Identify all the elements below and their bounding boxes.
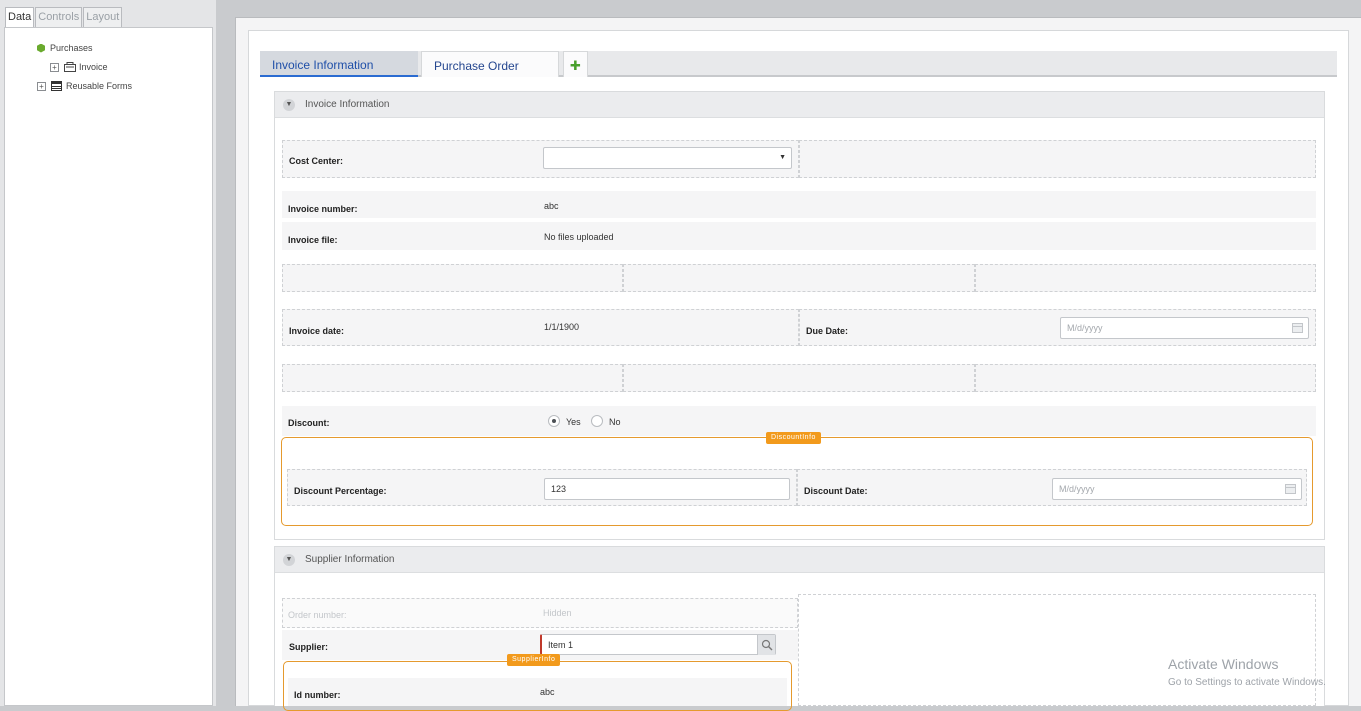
discount-percentage-input[interactable]: 123 [544, 478, 790, 500]
empty-cell [282, 264, 623, 292]
cost-center-label: Cost Center: [289, 156, 344, 166]
invoice-file-value: No files uploaded [544, 232, 614, 242]
tree-node-purchases[interactable]: Purchases [37, 43, 93, 53]
form-tabstrip: Invoice Information Purchase Order ✚ [260, 51, 1337, 77]
due-date-label: Due Date: [806, 326, 849, 336]
data-source-icon [37, 43, 45, 53]
table-icon [51, 81, 63, 91]
watermark-subtitle: Go to Settings to activate Windows. [1168, 677, 1326, 688]
watermark-title: Activate Windows [1168, 656, 1279, 672]
empty-cell [975, 364, 1316, 392]
supplier-lookup[interactable]: Item 1 [540, 634, 776, 655]
discount-yes-label: Yes [566, 417, 581, 427]
tree-node-label: Purchases [50, 43, 93, 53]
left-panel: Data Controls Layout Purchases + Invoice… [0, 0, 216, 706]
discount-percentage-label: Discount Percentage: [294, 486, 387, 496]
tab-controls[interactable]: Controls [35, 7, 83, 27]
due-date-picker[interactable]: M/d/yyyy [1060, 317, 1309, 339]
empty-cell [623, 264, 975, 292]
plus-icon: ✚ [570, 58, 581, 73]
tree-node-invoice[interactable]: + Invoice [50, 62, 108, 72]
cost-center-dropdown[interactable]: ▼ [543, 147, 792, 169]
calendar-icon[interactable] [1285, 484, 1296, 494]
form-icon [64, 62, 76, 72]
tree-node-label: Invoice [79, 62, 108, 72]
tab-invoice-information[interactable]: Invoice Information [260, 51, 418, 77]
add-tab-button[interactable]: ✚ [563, 51, 588, 77]
tree-node-label: Reusable Forms [66, 81, 133, 91]
dropdown-arrow-icon: ▼ [779, 154, 786, 161]
data-tree: Purchases + Invoice + Reusable Forms [4, 27, 213, 706]
empty-cell [798, 594, 1316, 706]
invoice-number-row [282, 191, 1316, 218]
discount-date-picker[interactable]: M/d/yyyy [1052, 478, 1302, 500]
discount-no-radio[interactable] [591, 415, 603, 427]
due-date-placeholder: M/d/yyyy [1067, 323, 1103, 333]
discount-label: Discount: [288, 418, 330, 428]
invoice-section-header[interactable]: ▼ Invoice Information [275, 92, 1324, 118]
discount-info-tag: DiscountInfo [766, 432, 821, 444]
invoice-date-row [282, 309, 799, 346]
id-number-value: abc [540, 687, 555, 697]
left-tabs: Data Controls Layout [5, 7, 123, 27]
collapse-chevron-icon[interactable]: ▼ [283, 98, 295, 111]
supplier-info-tag: SupplierInfo [507, 654, 561, 666]
order-number-row [282, 598, 798, 628]
discount-date-placeholder: M/d/yyyy [1059, 484, 1095, 494]
invoice-file-row [282, 222, 1316, 250]
empty-cell [282, 364, 623, 392]
tab-layout[interactable]: Layout [83, 7, 123, 27]
tree-node-reusable-forms[interactable]: + Reusable Forms [37, 81, 132, 91]
invoice-date-value: 1/1/1900 [544, 322, 580, 332]
section-title: Invoice Information [305, 99, 390, 110]
id-number-row [288, 678, 787, 706]
invoice-number-label: Invoice number: [288, 204, 358, 214]
invoice-file-label: Invoice file: [288, 235, 338, 245]
supplier-section-header[interactable]: ▼ Supplier Information [275, 547, 1324, 573]
expand-icon[interactable]: + [50, 62, 59, 72]
discount-no-label: No [609, 417, 621, 427]
tab-purchase-order[interactable]: Purchase Order [421, 51, 559, 77]
invoice-date-label: Invoice date: [289, 326, 345, 336]
collapse-chevron-icon[interactable]: ▼ [283, 553, 295, 566]
order-number-label: Order number: [288, 610, 347, 620]
search-button[interactable] [757, 635, 775, 655]
supplier-label: Supplier: [289, 642, 329, 652]
empty-cell [799, 140, 1316, 178]
id-number-label: Id number: [294, 690, 341, 700]
order-number-value: Hidden [543, 608, 572, 618]
empty-cell [975, 264, 1316, 292]
invoice-number-value: abc [544, 201, 559, 211]
discount-yes-radio[interactable] [548, 415, 560, 427]
section-title: Supplier Information [305, 554, 395, 565]
search-icon [761, 639, 773, 651]
calendar-icon[interactable] [1292, 323, 1303, 333]
expand-icon[interactable]: + [37, 81, 46, 91]
supplier-value: Item 1 [548, 640, 574, 650]
tab-data[interactable]: Data [5, 7, 35, 27]
empty-cell [623, 364, 975, 392]
discount-date-label: Discount Date: [804, 486, 868, 496]
